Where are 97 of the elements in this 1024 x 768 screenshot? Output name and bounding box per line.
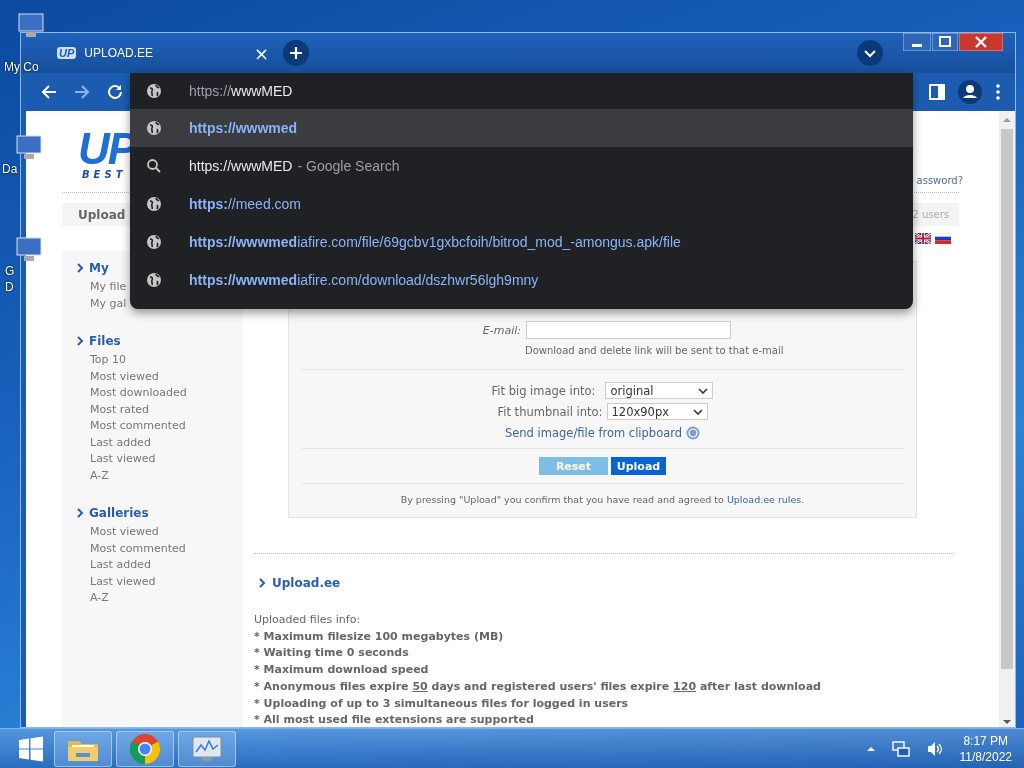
sidebar-link[interactable]: Most rated [76, 401, 243, 418]
tab-close-button[interactable]: × [249, 42, 273, 64]
info-line: * Anonymous files expire 50 days and registered users' files expire 120 after last download [254, 678, 822, 695]
desktop-shortcut-icon[interactable] [14, 234, 44, 264]
sidebar-link[interactable]: A-Z [76, 590, 243, 607]
dropdown-select[interactable]: 120x90px [606, 403, 708, 420]
agreement-text: By pressing "Upload" you confirm that you have read and agreed to Upload.ee rules. [399, 494, 806, 505]
globe-icon [146, 120, 162, 136]
new-tab-icon[interactable] [283, 40, 309, 66]
select-label: Fit thumbnail into: [497, 404, 603, 419]
browser-tab[interactable]: UP UPLOAD.EE × [49, 37, 273, 69]
users-count: 2 users [912, 209, 949, 220]
russia-flag-icon[interactable] [935, 233, 951, 244]
desktop-shortcut-icon[interactable] [16, 10, 46, 40]
forgot-password-link[interactable]: assword? [916, 175, 963, 186]
minimize-icon[interactable] [903, 33, 931, 51]
browser-logo-icon [129, 732, 161, 765]
clipboard-link[interactable]: Send image/file from clipboard [504, 426, 683, 440]
sidebar-link[interactable]: Last viewed [76, 573, 243, 590]
sidebar-link[interactable]: Last added [76, 557, 243, 574]
suggestion-item[interactable]: https://wwwmediafire.com/file/69gcbv1gxbcfoih/bitrod_mod_-amongus.apk/file [130, 223, 913, 261]
sidebar-link[interactable]: Most downloaded [76, 385, 243, 402]
help-icon[interactable] [686, 426, 701, 440]
scrollbar[interactable] [999, 111, 1015, 727]
desktop-icon-label[interactable]: My Co [4, 60, 39, 74]
sidebar-heading[interactable]: Files [89, 334, 121, 348]
sidebar-link[interactable]: Most viewed [76, 368, 243, 385]
chevron-right-icon [76, 508, 84, 518]
folder-taskbar-button[interactable] [54, 730, 112, 767]
menu-icon[interactable] [995, 83, 1001, 101]
suggestion-url: https://wwwmediafire.com/file/69gcbv1gxbcfoih/bitrod_mod_-amongus.apk/file [189, 234, 681, 250]
windows-start-icon[interactable] [18, 735, 44, 762]
chevron-right-icon [258, 578, 266, 588]
side-panel-icon[interactable] [929, 84, 945, 100]
rules-link[interactable]: Upload.ee rules. [726, 494, 805, 505]
sidebar-link[interactable]: Last added [76, 434, 243, 451]
tab-title: UPLOAD.EE [84, 46, 154, 60]
suggestion-item[interactable]: https://meed.com [130, 185, 913, 223]
sidebar-link[interactable]: Most commented [76, 418, 243, 435]
sidebar-link[interactable]: Most viewed [76, 524, 243, 541]
suggestion-url: https://wwwmed [189, 120, 298, 136]
suggestion-item[interactable]: https://wwwMED - Google Search [130, 147, 913, 185]
info-line: * Waiting time 0 seconds [254, 645, 410, 662]
tab-favicon: UP [57, 47, 77, 59]
scroll-down-icon[interactable] [1002, 719, 1012, 725]
tray-arrow-icon[interactable] [865, 745, 876, 752]
email-hint: Download and delete link will be sent to that e-mail [525, 345, 785, 356]
desktop-icon-label[interactable]: Da [2, 162, 18, 176]
email-label: E-mail: [481, 323, 521, 337]
suggestion-url: https://meed.com [189, 196, 302, 212]
desktop-icon-label[interactable]: G [5, 264, 15, 278]
profile-icon[interactable] [958, 80, 982, 104]
chevron-down-icon[interactable] [857, 40, 883, 66]
chevron-right-icon [76, 263, 84, 273]
sidebar-heading[interactable]: Galleries [89, 506, 149, 520]
chevron-right-icon [76, 336, 84, 346]
email-field[interactable] [526, 321, 731, 339]
info-line: * Maximum filesize 100 megabytes (MB) [254, 628, 505, 645]
address-input[interactable]: https://wwwMED [189, 83, 293, 99]
globe-icon [146, 196, 162, 212]
sidebar-link[interactable]: Top 10 [76, 352, 243, 369]
chrome-taskbar-button[interactable] [116, 730, 174, 767]
upload-tab[interactable]: Upload [78, 207, 126, 222]
chevron-down-icon[interactable] [698, 387, 709, 394]
dropdown-select[interactable]: original [605, 382, 714, 399]
suggestion-item[interactable]: https://wwwmed [130, 109, 913, 147]
desktop-icon-label[interactable]: D [5, 280, 14, 294]
network-icon[interactable] [891, 740, 910, 757]
select-label: Fit big image into: [491, 383, 596, 398]
info-line: * Maximum download speed [254, 662, 430, 679]
suggestion-description: - Google Search [297, 158, 400, 174]
info-line: * Uploading of up to 3 simultaneous files for logged in users [254, 695, 630, 712]
search-icon [146, 158, 162, 174]
volume-icon[interactable] [925, 740, 944, 757]
suggestion-url: https://wwwmediafire.com/download/dszhwr56lgh9mny [189, 272, 539, 288]
logo-tagline: BEST [82, 169, 128, 180]
sidebar-link[interactable]: A-Z [76, 467, 243, 484]
sidebar-link[interactable]: Last viewed [76, 451, 243, 468]
section-heading: Upload.ee [272, 576, 341, 590]
monitor-chart-icon [190, 733, 224, 764]
sidebar-link[interactable]: Most commented [76, 540, 243, 557]
suggestion-item[interactable]: https://wwwmediafire.com/download/dszhwr56lgh9mny [130, 261, 913, 299]
globe-icon [146, 83, 162, 99]
maximize-icon[interactable] [932, 33, 958, 51]
info-line: * All most used file extensions are supported [254, 712, 535, 727]
upload-button[interactable]: Upload [611, 457, 666, 475]
close-icon[interactable] [959, 33, 1003, 51]
clock[interactable]: 8:17 PM 11/8/2022 [959, 732, 1012, 765]
reload-icon[interactable] [105, 82, 125, 102]
suggestion-text: https://wwwMED [189, 158, 293, 174]
sidebar-heading[interactable]: My [89, 261, 109, 275]
desktop-shortcut-icon[interactable] [14, 132, 44, 162]
chevron-down-icon[interactable] [692, 408, 703, 415]
globe-icon [146, 272, 162, 288]
monitor-taskbar-button[interactable] [178, 730, 236, 767]
info-intro: Uploaded files info: [254, 612, 362, 628]
globe-icon [146, 234, 162, 250]
